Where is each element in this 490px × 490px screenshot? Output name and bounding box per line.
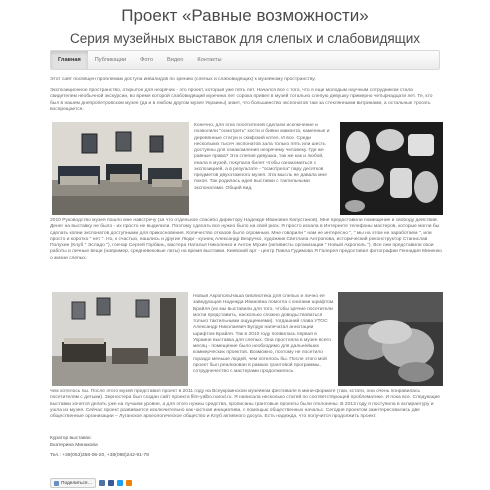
paragraph-project-history: 2010 Руководство музея пошло мне навстре… bbox=[50, 218, 442, 261]
share-label: Поделиться… bbox=[61, 480, 93, 486]
hands-touching-photo bbox=[338, 292, 443, 386]
facebook-icon[interactable] bbox=[108, 480, 115, 486]
intro-text: Этот сайт посвящен проблемам доступа инв… bbox=[50, 77, 316, 82]
paragraph-intro-history: Экспозиционное пространство, открытое дл… bbox=[50, 88, 433, 112]
nav-item-home[interactable]: Главная bbox=[51, 51, 88, 69]
library-photo bbox=[52, 292, 188, 386]
nav-item-video[interactable]: Видео bbox=[160, 51, 190, 69]
paragraph-library: Новый АкропольНаша библиотека для слепых… bbox=[193, 294, 334, 374]
paragraph-exhibition: Конечно, для этих посетителей сделали ис… bbox=[194, 123, 330, 191]
page-subtitle: Серия музейных выставок для слепых и сла… bbox=[69, 31, 421, 46]
exhibition-hall-photo bbox=[52, 122, 189, 215]
contact-phone: Тел.: +38(063)358-06-20, +38(098)242-91-… bbox=[50, 453, 149, 458]
twitter-icon[interactable] bbox=[117, 480, 124, 486]
share-button[interactable]: Поделиться… bbox=[50, 478, 97, 488]
paragraph-conclusion: чем хотелось бы. После этого музей предс… bbox=[50, 389, 440, 419]
main-navigation: Главная Публикации Фото Видео Контакты bbox=[50, 50, 440, 70]
odnoklassniki-icon[interactable] bbox=[126, 480, 133, 486]
share-icon bbox=[54, 480, 59, 486]
share-bar: Поделиться… bbox=[50, 478, 133, 488]
page-title: Проект «Равные возможности» bbox=[121, 6, 369, 25]
page: Проект «Равные возможности» Серия музейн… bbox=[0, 0, 490, 490]
nav-item-photo[interactable]: Фото bbox=[133, 51, 160, 69]
tactile-exhibits-photo bbox=[340, 122, 443, 215]
nav-item-publications[interactable]: Публикации bbox=[88, 51, 133, 69]
curator-label: Куратор выставок: bbox=[50, 436, 92, 441]
curator-name: Екатерина Минакова bbox=[50, 443, 98, 448]
nav-item-contacts[interactable]: Контакты bbox=[190, 51, 228, 69]
vk-icon[interactable] bbox=[99, 480, 106, 486]
